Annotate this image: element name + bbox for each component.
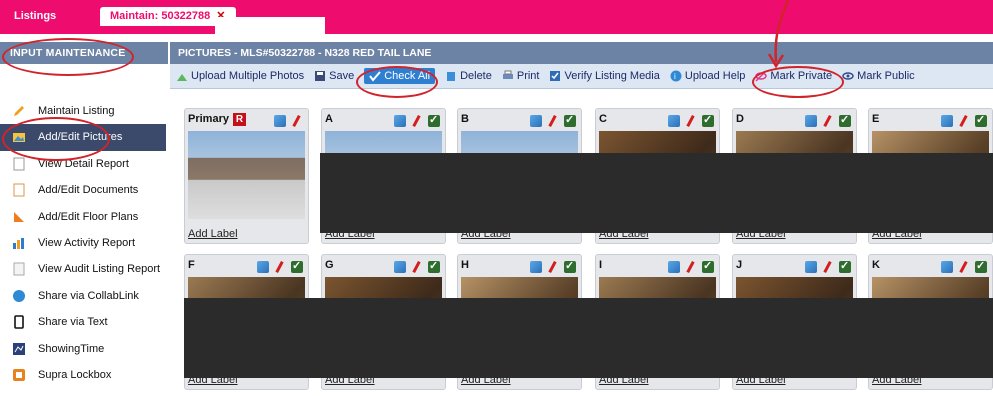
header-blank-area bbox=[215, 17, 325, 34]
photo-thumbnail[interactable] bbox=[188, 131, 305, 219]
delete-button[interactable]: Delete bbox=[445, 70, 492, 82]
report-icon bbox=[13, 157, 25, 171]
photo-card-label: G bbox=[325, 259, 334, 271]
redaction-bar bbox=[184, 298, 993, 378]
photo-card-label: J bbox=[736, 259, 743, 271]
verify-icon bbox=[550, 71, 561, 81]
photo-card-label: H bbox=[461, 259, 469, 271]
upload-multiple-photos-button[interactable]: Upload Multiple Photos bbox=[176, 70, 304, 82]
pencil-edit-icon[interactable] bbox=[958, 261, 970, 273]
pencil-edit-icon[interactable] bbox=[958, 115, 970, 127]
select-checkbox-icon[interactable] bbox=[291, 259, 303, 273]
sidebar-item-add-edit-floor-plans[interactable]: Add/Edit Floor Plans bbox=[0, 204, 168, 230]
save-button[interactable]: Save bbox=[314, 70, 354, 82]
top-navigation-bar: Listings Maintain: 50322788 ✕ bbox=[0, 0, 993, 34]
select-checkbox-icon[interactable] bbox=[428, 113, 440, 127]
select-checkbox-icon[interactable] bbox=[839, 113, 851, 127]
upload-help-button[interactable]: i Upload Help bbox=[670, 70, 745, 82]
image-edit-icon[interactable] bbox=[394, 261, 406, 273]
select-checkbox-icon[interactable] bbox=[702, 259, 714, 273]
pencil-edit-icon[interactable] bbox=[547, 115, 559, 127]
photo-card-label: B bbox=[461, 113, 469, 125]
pencil-edit-icon[interactable] bbox=[274, 261, 286, 273]
photo-card-label: A bbox=[325, 113, 333, 125]
select-checkbox-icon[interactable] bbox=[564, 259, 576, 273]
image-edit-icon[interactable] bbox=[530, 115, 542, 127]
select-checkbox-icon[interactable] bbox=[975, 113, 987, 127]
tab-listings[interactable]: Listings bbox=[14, 10, 56, 22]
annotation-circle-sidebar-title bbox=[2, 38, 134, 76]
print-button[interactable]: Print bbox=[502, 70, 539, 82]
phone-icon bbox=[14, 315, 24, 329]
required-badge: R bbox=[232, 113, 246, 126]
collab-icon bbox=[13, 289, 25, 302]
select-checkbox-icon[interactable] bbox=[975, 259, 987, 273]
pencil-edit-icon[interactable] bbox=[547, 261, 559, 273]
image-edit-icon[interactable] bbox=[805, 115, 817, 127]
delete-icon bbox=[447, 72, 456, 81]
annotation-circle-add-edit-pictures bbox=[2, 117, 110, 161]
select-checkbox-icon[interactable] bbox=[702, 113, 714, 127]
pencil-edit-icon[interactable] bbox=[685, 261, 697, 273]
image-edit-icon[interactable] bbox=[530, 261, 542, 273]
photo-toolbar: Upload Multiple Photos Save Check All De… bbox=[170, 64, 993, 89]
sidebar-item-supra-lockbox[interactable]: Supra Lockbox bbox=[0, 362, 168, 388]
photo-card-label: D bbox=[736, 113, 744, 125]
photo-card-label: Primary R bbox=[188, 113, 246, 126]
page-title: PICTURES - MLS#50322788 - N328 RED TAIL … bbox=[170, 42, 993, 64]
sidebar-item-view-activity-report[interactable]: View Activity Report bbox=[0, 230, 168, 256]
sidebar-item-share-via-text[interactable]: Share via Text bbox=[0, 309, 168, 335]
image-edit-icon[interactable] bbox=[257, 261, 269, 273]
print-icon bbox=[502, 70, 513, 79]
verify-listing-media-button[interactable]: Verify Listing Media bbox=[549, 70, 660, 82]
sidebar-item-share-via-collablink[interactable]: Share via CollabLink bbox=[0, 283, 168, 309]
mark-public-button[interactable]: Mark Public bbox=[842, 70, 915, 82]
pencil-edit-icon[interactable] bbox=[411, 261, 423, 273]
image-edit-icon[interactable] bbox=[668, 261, 680, 273]
image-edit-icon[interactable] bbox=[941, 261, 953, 273]
document-icon bbox=[13, 183, 25, 197]
showingtime-icon bbox=[13, 342, 25, 355]
sidebar-item-showingtime[interactable]: ShowingTime bbox=[0, 336, 168, 362]
sidebar: INPUT MAINTENANCE Maintain Listing Add/E… bbox=[0, 42, 168, 396]
image-edit-icon[interactable] bbox=[941, 115, 953, 127]
select-checkbox-icon[interactable] bbox=[428, 259, 440, 273]
sidebar-item-view-audit-listing-report[interactable]: View Audit Listing Report bbox=[0, 256, 168, 282]
photo-card-label: F bbox=[188, 259, 195, 271]
pencil-edit-icon[interactable] bbox=[411, 115, 423, 127]
pencil-icon bbox=[14, 106, 24, 116]
image-edit-icon[interactable] bbox=[274, 115, 286, 127]
annotation-circle-check-all bbox=[356, 66, 438, 98]
photo-card-label: K bbox=[872, 259, 880, 271]
save-icon bbox=[315, 71, 326, 81]
audit-icon bbox=[13, 262, 25, 276]
chart-icon bbox=[13, 237, 24, 249]
add-label-link[interactable]: Add Label bbox=[188, 228, 238, 240]
photo-card-label: E bbox=[872, 113, 880, 125]
pencil-edit-icon[interactable] bbox=[685, 115, 697, 127]
redaction-bar bbox=[320, 153, 993, 233]
photo-card-primary[interactable]: Primary R Add Label bbox=[184, 108, 309, 244]
image-edit-icon[interactable] bbox=[668, 115, 680, 127]
annotation-arrow bbox=[767, 0, 790, 69]
floorplan-icon bbox=[14, 211, 24, 222]
svg-text:i: i bbox=[674, 72, 676, 81]
photo-card-label: I bbox=[599, 259, 603, 271]
lockbox-icon bbox=[13, 368, 25, 381]
eye-icon bbox=[842, 72, 854, 80]
pencil-edit-icon[interactable] bbox=[291, 115, 303, 127]
help-icon: i bbox=[670, 70, 682, 82]
select-checkbox-icon[interactable] bbox=[564, 113, 576, 127]
upload-icon bbox=[177, 74, 187, 81]
image-edit-icon[interactable] bbox=[394, 115, 406, 127]
select-checkbox-icon[interactable] bbox=[839, 259, 851, 273]
tab-maintain-label: Maintain: 50322788 bbox=[110, 10, 211, 22]
sidebar-item-add-edit-documents[interactable]: Add/Edit Documents bbox=[0, 177, 168, 203]
pencil-edit-icon[interactable] bbox=[822, 115, 834, 127]
image-edit-icon[interactable] bbox=[805, 261, 817, 273]
photo-card-label: C bbox=[599, 113, 607, 125]
pencil-edit-icon[interactable] bbox=[822, 261, 834, 273]
